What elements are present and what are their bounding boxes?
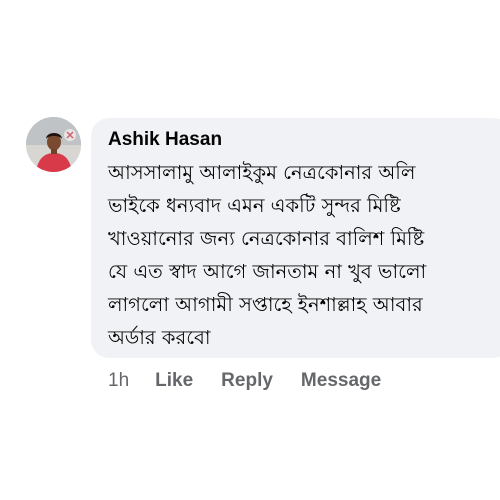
- message-button[interactable]: Message: [301, 370, 381, 392]
- comment-text-line: অর্ডার করবো: [108, 326, 211, 349]
- comment: Ashik Hasan আসসালামু আলাইকুম নেত্রকোনার …: [0, 0, 500, 500]
- comment-text-line: লাগলো আগামী সপ্তাহে ইনশাল্লাহ আবার: [108, 293, 423, 316]
- timestamp[interactable]: 1h: [108, 370, 129, 392]
- comment-text-line: আসসালামু আলাইকুম নেত্রকোনার অলি: [108, 161, 416, 184]
- comment-actions: 1h Like Reply Message: [108, 368, 409, 394]
- comment-bubble: Ashik Hasan আসসালামু আলাইকুম নেত্রকোনার …: [91, 118, 500, 358]
- profile-photo-icon: [26, 117, 81, 172]
- comment-text-line: যে এত স্বাদ আগে জানতাম না খুব ভালো: [108, 260, 427, 283]
- comment-text-line: খাওয়ানোর জন্য নেত্রকোনার বালিশ মিষ্টি: [108, 227, 425, 250]
- avatar[interactable]: [26, 117, 81, 172]
- comment-text-line: ভাইকে ধন্যবাদ এমন একটি সুন্দর মিষ্টি: [108, 194, 401, 217]
- reply-button[interactable]: Reply: [221, 370, 273, 392]
- comment-text: আসসালামু আলাইকুম নেত্রকোনার অলি ভাইকে ধন…: [108, 156, 500, 354]
- author-name[interactable]: Ashik Hasan: [108, 128, 497, 152]
- like-button[interactable]: Like: [155, 370, 193, 392]
